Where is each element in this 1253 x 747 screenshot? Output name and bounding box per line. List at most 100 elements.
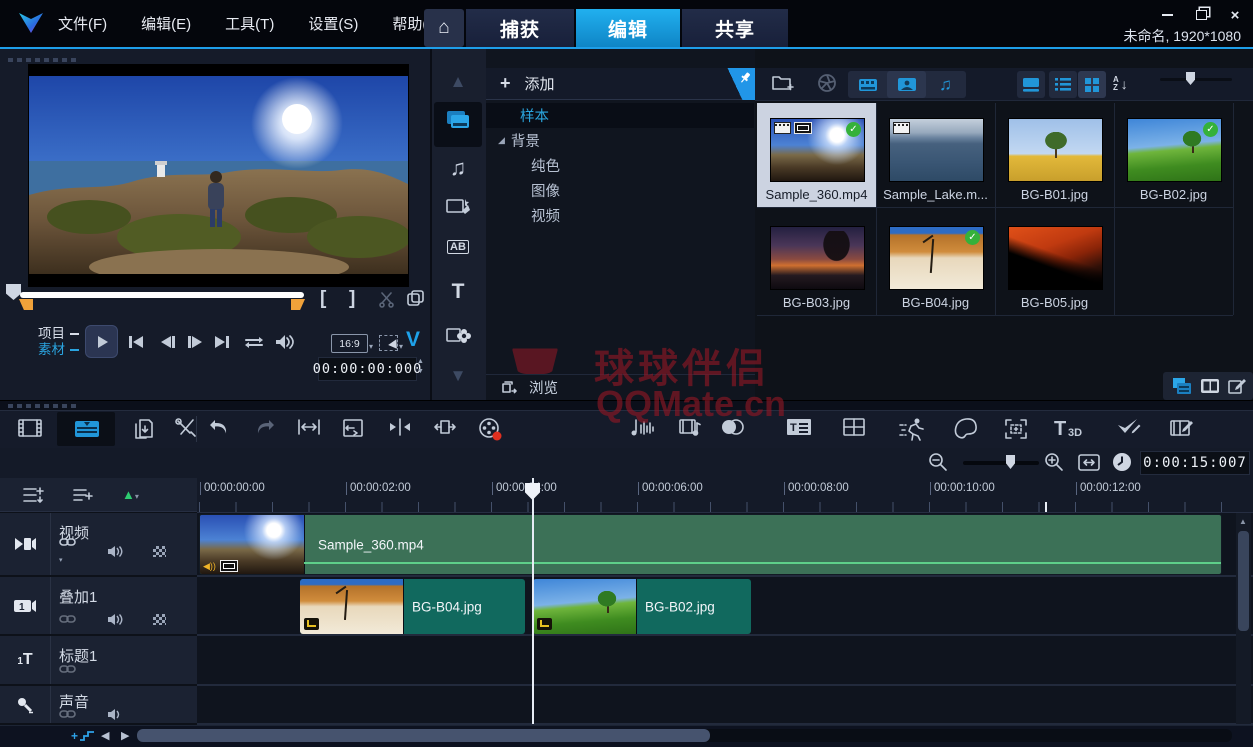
project-mode[interactable]: 项目 — [38, 326, 79, 342]
track-transparency-icon[interactable] — [153, 613, 166, 625]
library-item-bgb03[interactable]: BG-B03.jpg — [757, 211, 876, 315]
filter-video-button[interactable] — [848, 71, 887, 98]
track-manager-icon[interactable] — [22, 486, 44, 504]
library-item-sample360[interactable]: ✓ Sample_360.mp4 — [757, 103, 876, 207]
resize-caret-icon[interactable]: ▾ — [399, 342, 403, 351]
mute-icon[interactable] — [107, 545, 123, 558]
close-button[interactable]: × — [1227, 7, 1243, 24]
thumbnail-size-slider[interactable] — [1160, 72, 1240, 86]
add-track-icon[interactable] — [72, 486, 94, 504]
preview-timecode[interactable]: 00:00:00:000 — [313, 357, 421, 381]
tree-group-background[interactable]: ◢ 背景 — [486, 128, 754, 153]
undo-button[interactable] — [207, 417, 231, 437]
timeline-vscrollbar[interactable]: ▲ — [1236, 513, 1251, 724]
menu-edit[interactable]: 编辑(E) — [141, 13, 191, 34]
tools-button[interactable] — [174, 417, 198, 441]
nav-media-icon[interactable] — [430, 108, 486, 132]
edit-options-icon[interactable] — [1227, 378, 1246, 394]
tree-item-solid-color[interactable]: 纯色 — [486, 153, 754, 178]
zoom-in-button[interactable] — [1044, 452, 1064, 472]
add-track-button[interactable]: + — [66, 727, 100, 744]
menu-settings[interactable]: 设置(S) — [308, 13, 358, 34]
go-end-button[interactable] — [212, 334, 232, 350]
voice-track-header[interactable]: 声音 — [0, 686, 197, 725]
nav-transition-icon[interactable] — [430, 196, 486, 218]
zoom-out-button[interactable] — [928, 452, 948, 472]
library-item-samplelake[interactable]: Sample_Lake.m... — [876, 103, 995, 207]
title-track-lane[interactable] — [197, 636, 1253, 686]
mark-in-button[interactable]: [ — [320, 288, 326, 310]
timeline-clip-bgb04[interactable]: BG-B04.jpg — [300, 579, 525, 634]
browse-button[interactable]: 浏览 — [486, 374, 755, 400]
loop-button[interactable] — [242, 334, 266, 350]
menu-tools[interactable]: 工具(T) — [225, 13, 274, 34]
library-add-header[interactable]: + 添加 — [486, 68, 755, 100]
tree-item-video[interactable]: 视频 — [486, 203, 754, 228]
storyboard-view-button[interactable] — [17, 417, 43, 439]
title-track-header[interactable]: 1T 标题1 — [0, 636, 197, 686]
view-list-button[interactable] — [1049, 71, 1077, 98]
prev-frame-button[interactable] — [157, 334, 177, 350]
divider-drag-handle[interactable] — [8, 404, 76, 408]
motion-tracking-button[interactable] — [898, 417, 926, 441]
tree-item-image[interactable]: 图像 — [486, 178, 754, 203]
timeline-view-button[interactable] — [73, 417, 101, 441]
menu-file[interactable]: 文件(F) — [58, 13, 107, 34]
tab-capture[interactable]: 捕获 — [466, 9, 574, 47]
library-item-bgb01[interactable]: BG-B01.jpg — [995, 103, 1114, 207]
auto-music-button[interactable] — [678, 417, 702, 439]
preview-scrubber[interactable] — [20, 292, 304, 298]
video-track-header[interactable]: 视频 ▾ — [0, 513, 197, 577]
timeline-clip-sample360[interactable]: ◀)) Sample_360.mp4 — [199, 514, 1222, 575]
subtitle-editor-button[interactable]: T — [786, 417, 812, 437]
timeline-clip-bgb02[interactable]: BG-B02.jpg — [533, 579, 751, 634]
track-transparency-icon[interactable] — [153, 545, 166, 557]
sort-az-button[interactable]: A Z ↓ — [1113, 72, 1137, 96]
vscroll-thumb[interactable] — [1238, 531, 1249, 631]
link-icon[interactable]: ▾ — [59, 535, 77, 567]
fit-timeline-button[interactable] — [1078, 454, 1100, 471]
pan-zoom-button[interactable] — [1003, 417, 1029, 441]
3d-title-button[interactable]: T 3D — [1053, 417, 1087, 439]
sound-mixer-button[interactable] — [629, 417, 655, 439]
filter-audio-button[interactable]: ♫ — [926, 71, 965, 98]
volume-button[interactable] — [274, 334, 296, 350]
redo-button[interactable] — [253, 417, 277, 437]
nav-audio-icon[interactable]: ♫ — [430, 155, 486, 181]
home-button[interactable]: ⌂ — [424, 9, 464, 47]
mute-icon[interactable] — [107, 613, 123, 626]
clip-volume-line[interactable] — [304, 562, 1221, 564]
library-panel-icon[interactable] — [1171, 377, 1193, 395]
nav-ab-transition-icon[interactable]: AB — [430, 240, 486, 254]
clip-mode[interactable]: 素材 — [38, 342, 79, 358]
preview-video[interactable] — [28, 64, 409, 287]
tab-edit[interactable]: 编辑 — [576, 9, 680, 47]
chapter-marker[interactable] — [1045, 502, 1047, 512]
link-icon[interactable] — [59, 662, 77, 676]
timeline-playhead-line[interactable] — [532, 478, 534, 724]
tab-share[interactable]: 共享 — [682, 9, 788, 47]
split-clip-button[interactable] — [387, 417, 413, 437]
fit-project-button[interactable] — [296, 417, 322, 437]
timecode-spinner[interactable]: ▲ ▼ — [417, 357, 424, 377]
library-item-bgb02[interactable]: ✓ BG-B02.jpg — [1114, 103, 1233, 207]
ripple-toggle-icon[interactable]: ▲▾ — [122, 487, 139, 502]
import-folder-icon[interactable] — [771, 73, 795, 93]
insert-clip-button[interactable] — [432, 417, 458, 437]
duplicate-clip-button[interactable] — [132, 417, 156, 441]
scroll-left-button[interactable]: ◀ — [101, 729, 109, 742]
aspect-ratio-select[interactable]: 16:9 — [331, 334, 368, 353]
next-frame-button[interactable] — [185, 334, 205, 350]
mask-creator-button[interactable] — [953, 417, 979, 439]
play-button[interactable] — [85, 325, 118, 358]
resize-mode-icon[interactable] — [379, 335, 398, 351]
pin-panel-button[interactable] — [717, 68, 755, 100]
link-icon[interactable] — [59, 612, 77, 626]
project-duration-timecode[interactable]: 0:00:15:007 — [1140, 451, 1250, 475]
link-icon[interactable] — [59, 707, 77, 721]
hscroll-thumb[interactable] — [137, 729, 710, 742]
scroll-up-icon[interactable]: ▲ — [1239, 517, 1247, 526]
scroll-right-button[interactable]: ▶ — [121, 729, 129, 742]
overlay-track-header[interactable]: 1 叠加1 — [0, 577, 197, 636]
blend-clips-button[interactable] — [719, 417, 747, 437]
